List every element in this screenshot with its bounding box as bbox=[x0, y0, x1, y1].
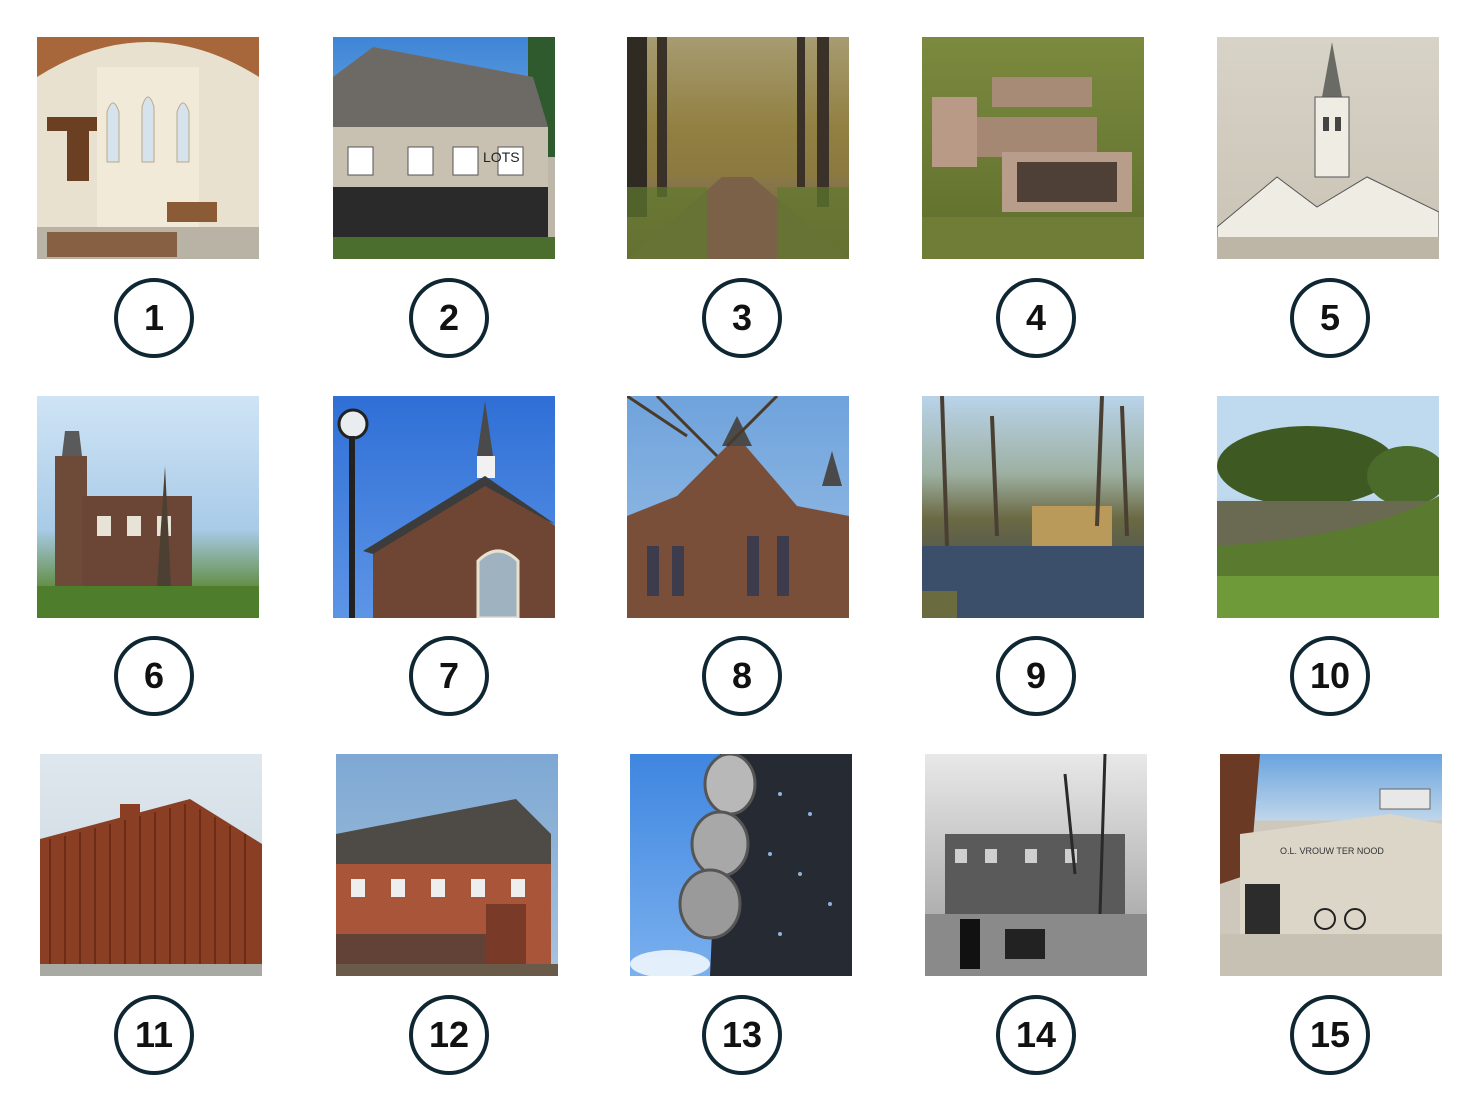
number-badge-6: 6 bbox=[114, 636, 194, 716]
photo-tile-6[interactable] bbox=[37, 396, 259, 618]
number-badge-14: 14 bbox=[996, 995, 1076, 1075]
number-badge-5: 5 bbox=[1290, 278, 1370, 358]
number-badge-12: 12 bbox=[409, 995, 489, 1075]
number-badge-11: 11 bbox=[114, 995, 194, 1075]
svg-text:O.L. VROUW TER NOOD: O.L. VROUW TER NOOD bbox=[1280, 846, 1384, 856]
svg-text:LOTS: LOTS bbox=[483, 149, 520, 165]
number-badge-2: 2 bbox=[409, 278, 489, 358]
photo-tile-7[interactable] bbox=[333, 396, 555, 618]
number-badge-13: 13 bbox=[702, 995, 782, 1075]
number-badge-3: 3 bbox=[702, 278, 782, 358]
photo-tile-14[interactable] bbox=[925, 754, 1147, 976]
photo-tile-11[interactable] bbox=[40, 754, 262, 976]
number-badge-10: 10 bbox=[1290, 636, 1370, 716]
number-badge-15: 15 bbox=[1290, 995, 1370, 1075]
photo-tile-4[interactable] bbox=[922, 37, 1144, 259]
number-badge-4: 4 bbox=[996, 278, 1076, 358]
photo-tile-1[interactable] bbox=[37, 37, 259, 259]
photo-tile-10[interactable] bbox=[1217, 396, 1439, 618]
photo-tile-12[interactable] bbox=[336, 754, 558, 976]
photo-tile-2[interactable]: LOTS bbox=[333, 37, 555, 259]
photo-tile-15[interactable]: O.L. VROUW TER NOOD bbox=[1220, 754, 1442, 976]
photo-tile-5[interactable] bbox=[1217, 37, 1439, 259]
number-badge-1: 1 bbox=[114, 278, 194, 358]
number-badge-9: 9 bbox=[996, 636, 1076, 716]
number-badge-7: 7 bbox=[409, 636, 489, 716]
photo-tile-8[interactable] bbox=[627, 396, 849, 618]
photo-tile-3[interactable] bbox=[627, 37, 849, 259]
number-badge-8: 8 bbox=[702, 636, 782, 716]
photo-tile-9[interactable] bbox=[922, 396, 1144, 618]
photo-tile-13[interactable] bbox=[630, 754, 852, 976]
